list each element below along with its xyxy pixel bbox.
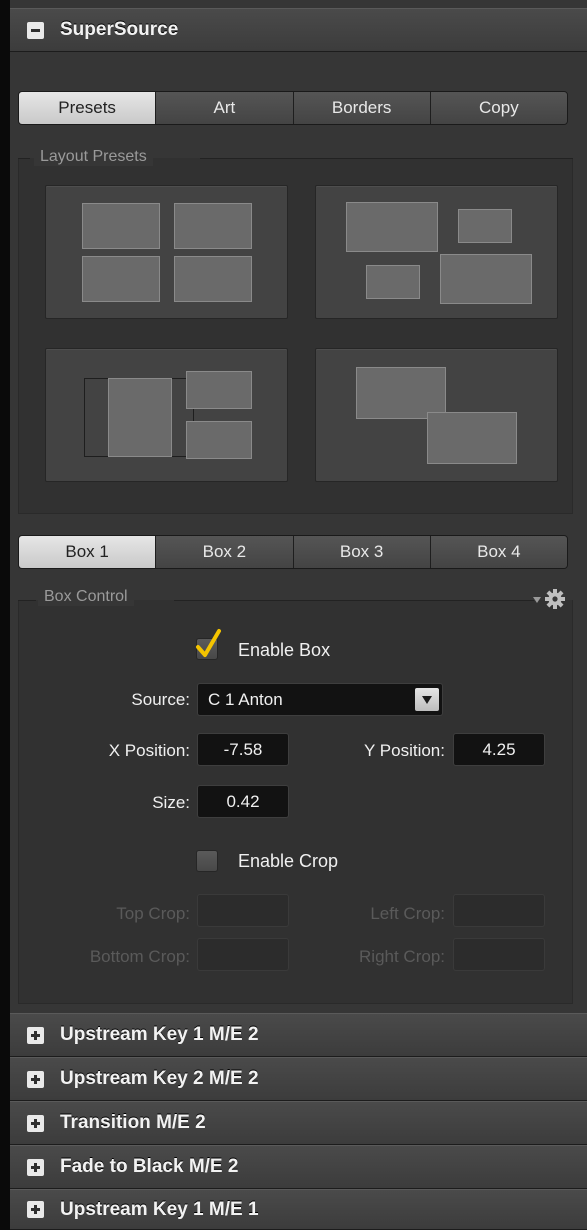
section-transition-me2[interactable]: Transition M/E 2 [10,1101,587,1145]
preset-box [458,209,512,243]
y-position-label: Y Position: [364,741,445,760]
chevron-down-icon[interactable] [533,597,541,603]
source-label: Source: [131,690,190,709]
preset-box [440,254,532,304]
section-title: Transition M/E 2 [60,1112,206,1133]
bottom-crop-label: Bottom Crop: [89,947,190,966]
preset-box [186,371,252,409]
group-border [18,600,36,601]
section-title: Upstream Key 1 M/E 1 [60,1198,259,1220]
tab-box-4[interactable]: Box 4 [430,536,567,568]
supersource-header[interactable]: SuperSource [10,8,587,52]
group-border [174,600,534,601]
tab-copy[interactable]: Copy [430,92,567,124]
source-value: C 1 Anton [208,689,283,709]
source-dropdown[interactable]: C 1 Anton [197,683,443,716]
preset-box [174,256,252,302]
tab-borders[interactable]: Borders [293,92,431,124]
checkmark-icon [196,629,221,657]
bottom-crop-field[interactable] [197,938,289,971]
section-title: Upstream Key 2 M/E 2 [60,1068,259,1089]
expand-icon[interactable] [27,1114,44,1132]
preset-box [427,412,517,464]
gear-icon[interactable] [545,589,565,609]
preset-box [366,265,420,299]
supersource-panel: SuperSource Presets Art Borders Copy Lay… [10,0,587,1230]
layout-preset-quad[interactable] [45,185,288,319]
top-crop-label: Top Crop: [116,904,190,923]
layout-preset-overlap[interactable] [315,348,558,482]
right-crop-label: Right Crop: [359,947,445,966]
layout-preset-side-stack[interactable] [45,348,288,482]
section-upstream-key-1-me1[interactable]: Upstream Key 1 M/E 1 [10,1189,587,1230]
preset-box [108,378,172,457]
preset-box [346,202,438,252]
left-crop-label: Left Crop: [370,904,445,923]
section-fade-to-black-me2[interactable]: Fade to Black M/E 2 [10,1145,587,1189]
layout-presets-label: Layout Presets [34,148,153,166]
group-border [200,158,573,159]
expand-icon[interactable] [27,1070,44,1088]
expand-icon[interactable] [27,1201,44,1218]
tab-box-2[interactable]: Box 2 [156,536,294,568]
section-title: SuperSource [60,19,179,40]
tab-presets[interactable]: Presets [19,92,157,124]
preset-box [186,421,252,459]
supersource-tabs: Presets Art Borders Copy [18,91,568,125]
box-tabs: Box 1 Box 2 Box 3 Box 4 [18,535,568,569]
preset-box [174,203,252,249]
size-label: Size: [152,793,190,812]
enable-box-label: Enable Box [238,640,331,660]
tab-box-3[interactable]: Box 3 [293,536,431,568]
size-field[interactable]: 0.42 [197,785,289,818]
dropdown-arrow-icon[interactable] [415,688,439,711]
tab-art[interactable]: Art [156,92,294,124]
enable-crop-checkbox[interactable] [196,850,218,872]
section-title: Fade to Black M/E 2 [60,1156,239,1177]
tab-box-1[interactable]: Box 1 [19,536,157,568]
expand-icon[interactable] [27,1158,44,1176]
collapse-icon[interactable] [27,21,44,39]
layout-preset-staggered[interactable] [315,185,558,319]
section-title: Upstream Key 1 M/E 2 [60,1024,259,1045]
x-position-field[interactable]: -7.58 [197,733,289,766]
top-crop-field[interactable] [197,894,289,927]
y-position-field[interactable]: 4.25 [453,733,545,766]
preset-box [82,256,160,302]
section-upstream-key-2-me2[interactable]: Upstream Key 2 M/E 2 [10,1057,587,1101]
expand-icon[interactable] [27,1026,44,1044]
preset-box [82,203,160,249]
left-crop-field[interactable] [453,894,545,927]
right-crop-field[interactable] [453,938,545,971]
x-position-label: X Position: [108,741,190,760]
enable-crop-label: Enable Crop [238,851,339,871]
box-control-label: Box Control [38,588,134,606]
section-upstream-key-1-me2[interactable]: Upstream Key 1 M/E 2 [10,1013,587,1057]
group-border [18,158,30,159]
